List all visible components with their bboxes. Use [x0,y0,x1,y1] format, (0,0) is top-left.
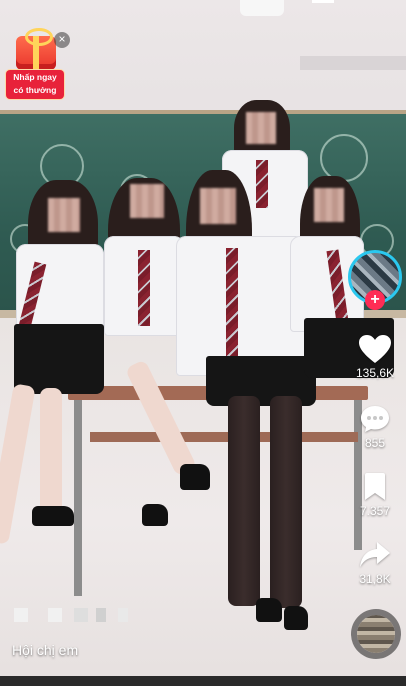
close-icon[interactable]: × [54,32,70,48]
comment-bubble-icon [361,406,389,432]
face-blur [200,188,236,224]
face-blur [314,188,344,222]
gift-icon [16,28,56,70]
save-button[interactable]: 7.357 [352,472,398,518]
tie [226,248,238,358]
bookmark-icon [365,473,385,500]
table-leg [74,400,82,596]
shoe [180,464,210,490]
shoe [32,506,74,526]
tie [256,160,268,208]
share-count: 31,8K [359,572,391,586]
bench [90,432,358,442]
like-count: 135,6K [355,366,395,380]
skirt [14,324,104,394]
top-indicator [312,0,334,3]
shoe [256,598,282,622]
shirt [176,236,306,376]
video-player[interactable] [0,0,406,686]
promo-line-2: có thưởng [13,85,57,95]
shoe [284,606,308,630]
tie [138,250,150,326]
face-blur [130,184,164,218]
like-button[interactable]: 135,6K [352,334,398,380]
comment-count: 855 [364,436,386,450]
promo-line-1: Nhấp ngay [13,72,57,82]
wall-trim [300,56,406,70]
leg [270,396,302,608]
face-blur [48,198,80,232]
ceiling-light [240,0,284,16]
share-button[interactable]: 31,8K [352,540,398,586]
face-blur [246,112,276,144]
save-count: 7.357 [359,504,391,518]
music-disc-icon[interactable] [357,615,395,653]
leg [228,396,260,606]
video-caption: Hội chị em [12,642,79,658]
heart-icon [359,335,391,363]
username[interactable] [14,608,134,624]
bottom-strip [0,676,406,686]
follow-button[interactable]: + [365,290,385,310]
promo-label: Nhấp ngay có thưởng [6,70,64,99]
shoe [142,504,168,526]
board-doodle [320,134,368,182]
share-arrow-icon [360,542,390,567]
creator-avatar[interactable]: + [344,246,402,310]
comment-button[interactable]: 855 [352,404,398,450]
leg [40,388,62,518]
